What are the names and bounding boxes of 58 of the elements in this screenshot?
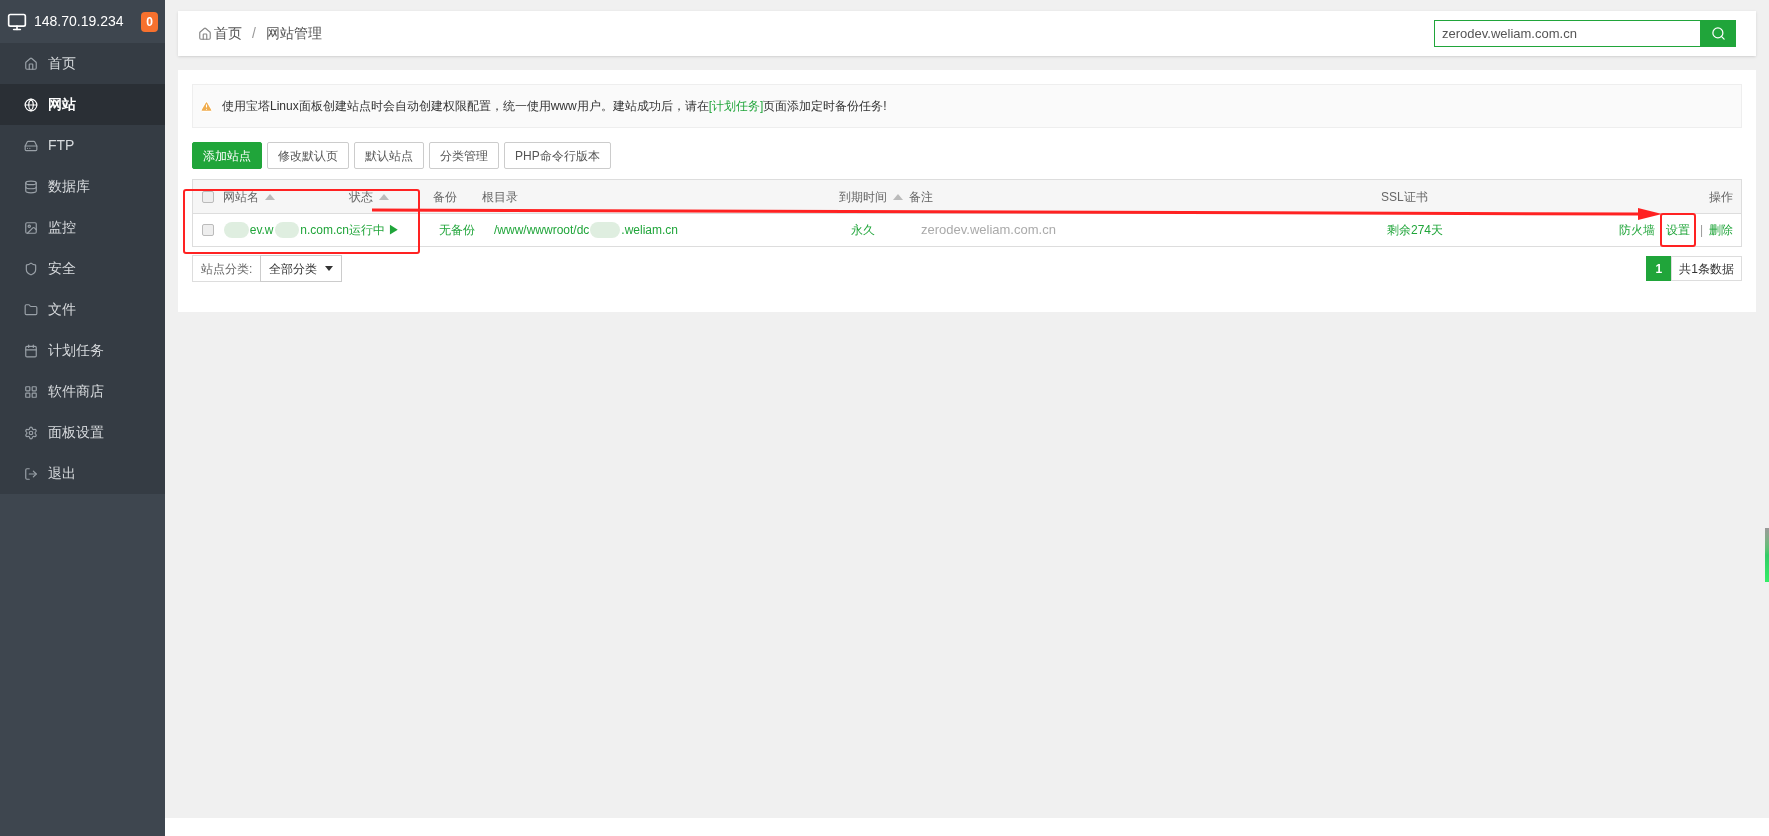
category-select[interactable]: 全部分类	[260, 255, 343, 282]
search-field[interactable]: zerodev.weliam.com.cn	[1434, 20, 1701, 47]
search-button[interactable]	[1701, 20, 1736, 47]
folder-icon	[24, 302, 38, 317]
sidebar-item[interactable]: 监控	[0, 207, 165, 248]
notification-badge: 0	[141, 11, 158, 32]
column-header: 根目录	[482, 188, 518, 206]
column-header[interactable]: 状态	[349, 187, 373, 206]
breadcrumb-separator: /	[252, 24, 256, 43]
server-ip: 148.70.19.234	[34, 12, 124, 31]
toolbar-button[interactable]: PHP命令行版本	[504, 142, 611, 169]
sidebar-item[interactable]: 文件	[0, 289, 165, 330]
shield-icon	[24, 261, 38, 276]
database-icon	[24, 179, 38, 194]
note-text: zerodev.weliam.com.cn	[921, 222, 1056, 238]
blurred-text	[224, 222, 249, 238]
column-header[interactable]: 网站名	[223, 187, 259, 206]
server-icon	[24, 138, 38, 153]
column-header: 备注	[909, 188, 933, 206]
annotation-box	[1659, 213, 1696, 247]
side-tab[interactable]	[1765, 528, 1769, 582]
breadcrumb-link[interactable]: 首页	[214, 23, 242, 44]
search-icon	[1711, 26, 1726, 41]
blurred-text	[274, 222, 300, 238]
sidebar-item[interactable]: 安全	[0, 248, 165, 289]
logout-icon	[24, 466, 38, 481]
sidebar-item[interactable]: 软件商店	[0, 371, 165, 412]
home-icon	[24, 56, 38, 71]
calendar-icon	[24, 343, 38, 358]
toolbar-button[interactable]: 修改默认页	[267, 142, 349, 169]
sidebar-item[interactable]: 退出	[0, 453, 165, 494]
sidebar-item[interactable]: 面板设置	[0, 412, 165, 453]
sidebar-item[interactable]: 首页	[0, 43, 165, 84]
category-label: 站点分类:	[192, 255, 261, 282]
action-separator: |	[1699, 222, 1703, 239]
total-count: 共1条数据	[1671, 256, 1742, 281]
notice-text: 使用宝塔Linux面板创建站点时会自动创建权限配置，统一使用www用户。建站成功后，请在[计划任务]页面添加定时备份任务!	[222, 98, 887, 115]
settings-icon	[24, 425, 38, 440]
column-header[interactable]: 到期时间	[839, 187, 887, 206]
computer-icon	[7, 11, 27, 32]
grid-icon	[24, 384, 38, 399]
toolbar-button[interactable]: 分类管理	[429, 142, 499, 169]
breadcrumb-link[interactable]: 网站管理	[265, 23, 322, 44]
row-checkbox[interactable]	[202, 224, 214, 236]
chart-icon	[24, 220, 38, 235]
dropdown-caret-icon	[325, 266, 334, 271]
column-header: 操作	[1709, 188, 1733, 206]
sidebar-item[interactable]: 数据库	[0, 166, 165, 207]
sidebar-item[interactable]: 网站	[0, 84, 165, 125]
globe-icon	[24, 97, 38, 112]
warning-icon	[200, 99, 213, 113]
sidebar-item[interactable]: FTP	[0, 125, 165, 166]
column-header: 备份	[433, 188, 457, 206]
column-header: SSL证书	[1381, 188, 1428, 206]
home-icon	[198, 26, 212, 41]
blurred-text	[590, 222, 621, 238]
sidebar-item[interactable]: 计划任务	[0, 330, 165, 371]
toolbar-button[interactable]: 默认站点	[354, 142, 424, 169]
